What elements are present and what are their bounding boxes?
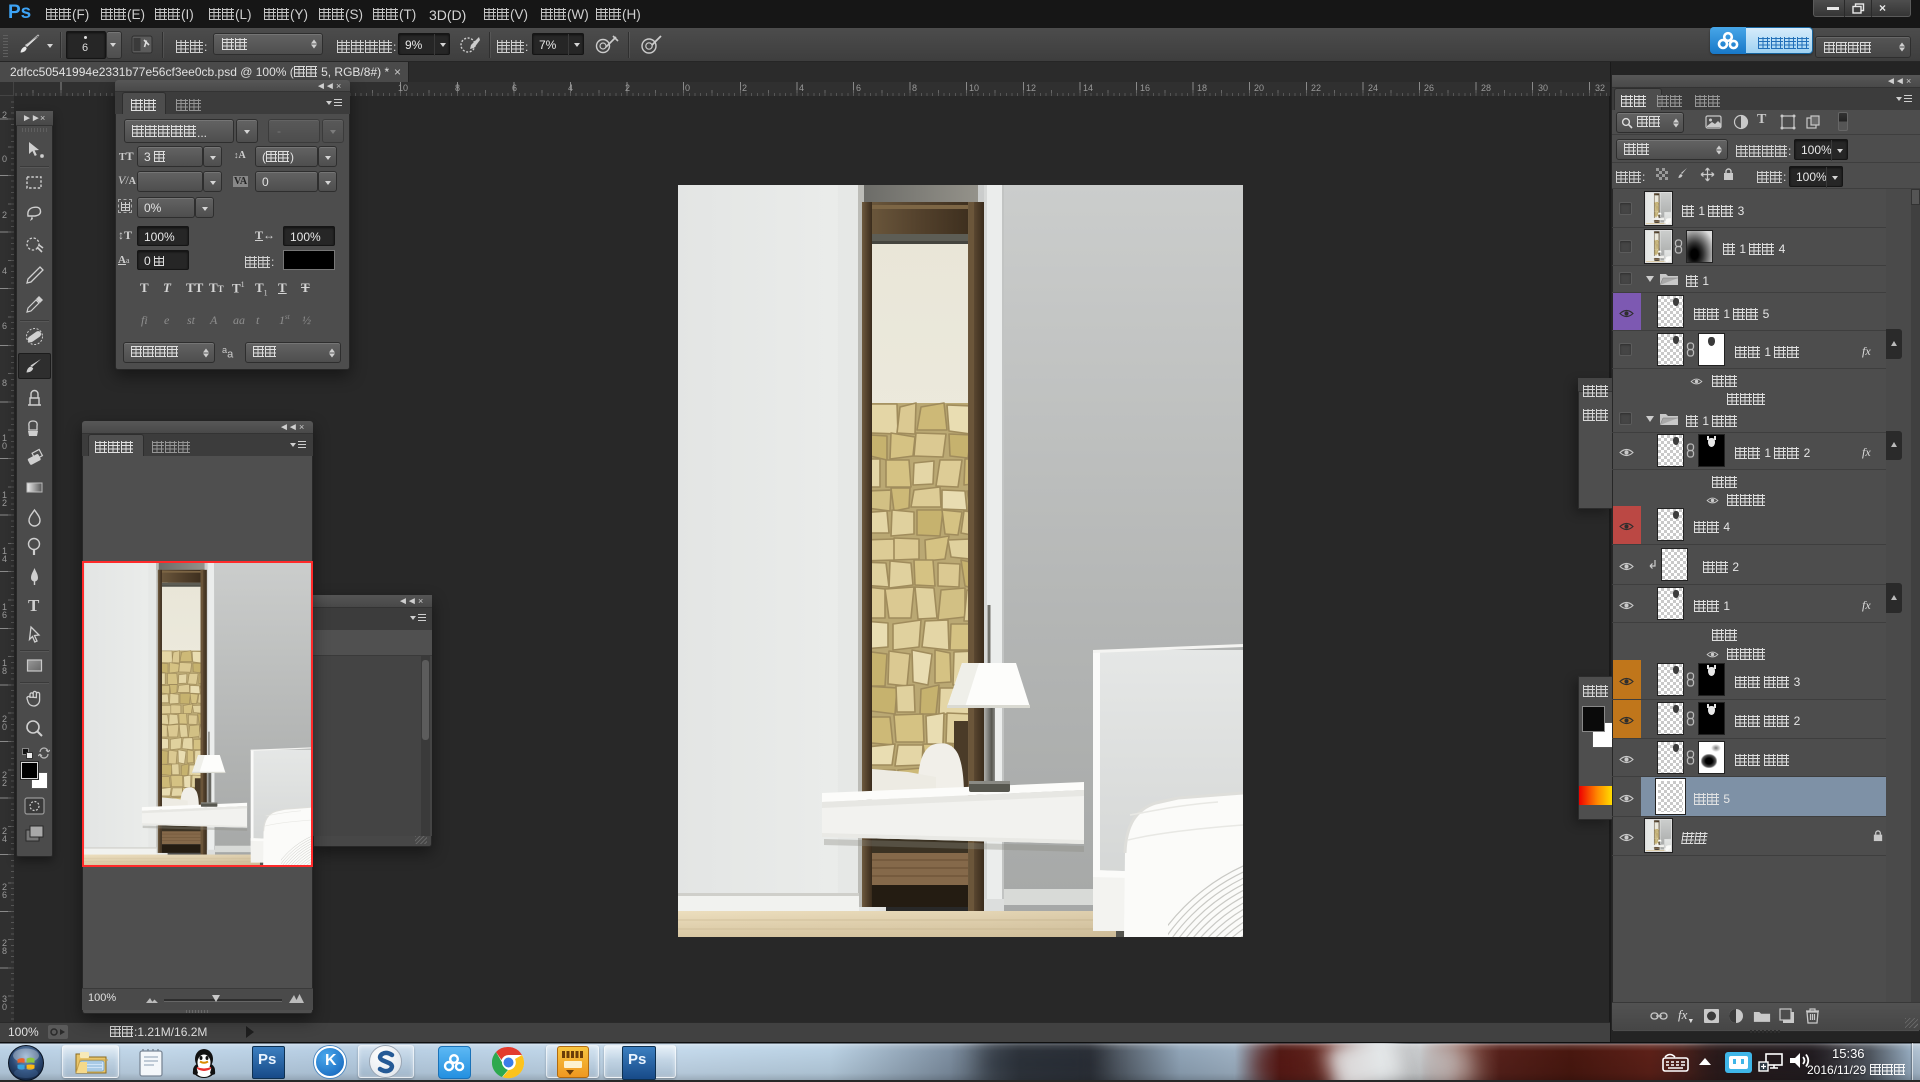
svg-text:T: T: [28, 596, 40, 615]
